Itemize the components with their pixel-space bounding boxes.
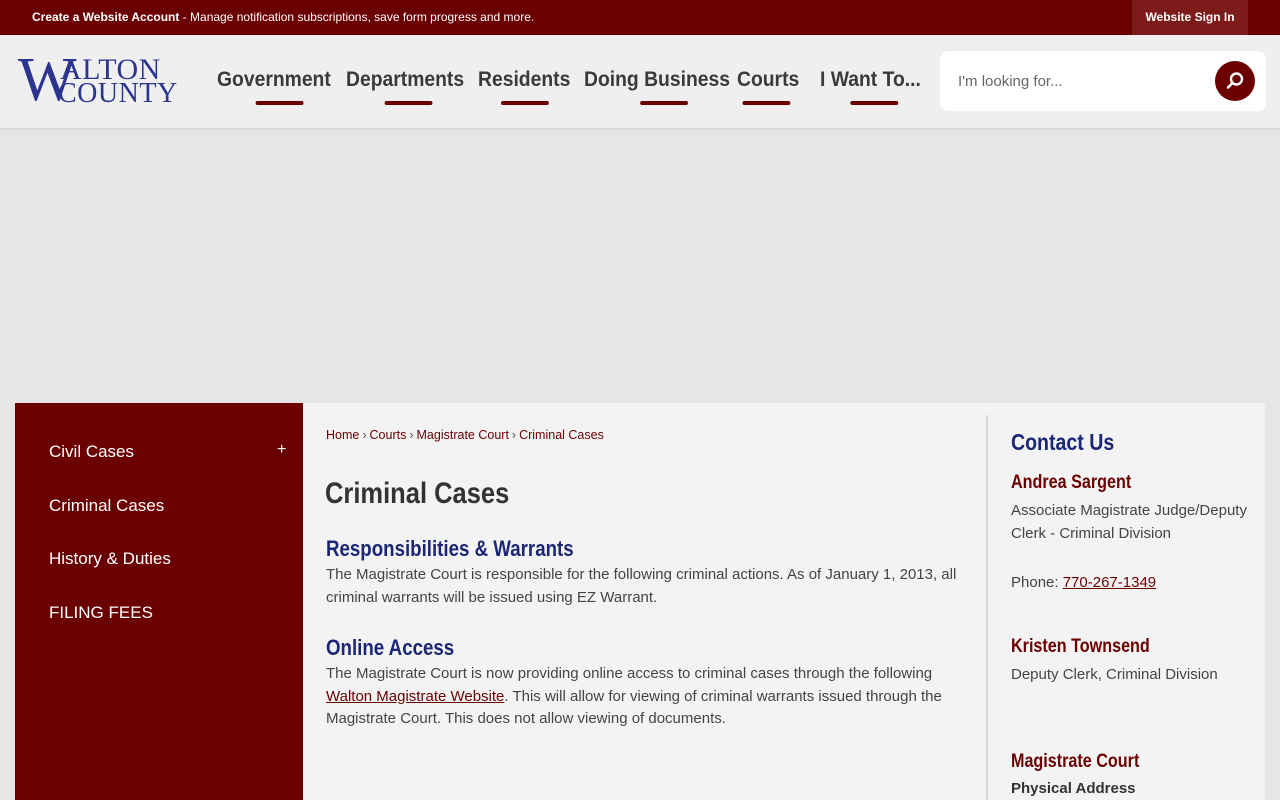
nav-departments[interactable]: Departments (346, 68, 465, 105)
contact-name-kristen-townsend: Kristen Townsend (1011, 636, 1150, 657)
sidebar-item-filing-fees[interactable]: FILING FEES (49, 603, 153, 623)
nav-underline (850, 101, 899, 105)
nav-residents[interactable]: Residents (478, 68, 571, 105)
logo-line-2: COUNTY (58, 78, 178, 109)
nav-doing-business[interactable]: Doing Business (584, 68, 731, 105)
nav-underline (255, 101, 304, 105)
breadcrumb-home[interactable]: Home (326, 428, 359, 442)
heading-responsibilities-warrants: Responsibilities & Warrants (326, 536, 574, 561)
contact-role-andrea-sargent: Associate Magistrate Judge/Deputy Clerk … (1011, 502, 1247, 542)
page-title: Criminal Cases (325, 477, 510, 510)
search-icon (1226, 72, 1244, 89)
site-header: W ALTON COUNTY Government Departments Re… (0, 35, 1280, 130)
breadcrumb-criminal-cases[interactable]: Criminal Cases (519, 428, 604, 442)
breadcrumb-separator: › (362, 428, 367, 442)
nav-departments-label: Departments (346, 68, 465, 91)
nav-courts[interactable]: Courts (737, 68, 800, 105)
nav-underline (640, 101, 689, 105)
nav-underline (384, 101, 433, 105)
contact-us-title: Contact Us (1011, 429, 1115, 455)
page-banner (0, 132, 1280, 403)
sidebar-item-civil-cases[interactable]: Civil Cases (49, 442, 134, 462)
phone-label: Phone: (1011, 574, 1063, 591)
search-button[interactable] (1215, 61, 1255, 101)
nav-courts-label: Courts (737, 68, 800, 91)
main-content: Home › Courts › Magistrate Court › Criminal Ca… (303, 403, 1265, 800)
account-message: Create a Website Account - Manage notifi… (32, 10, 534, 24)
breadcrumb-separator: › (511, 428, 517, 442)
breadcrumb-magistrate-court[interactable]: Magistrate Court (417, 428, 509, 442)
nav-underline (742, 101, 791, 105)
contact-role-kristen-townsend: Deputy Clerk, Criminal Division (1011, 666, 1218, 683)
expand-plus-icon[interactable]: + (277, 441, 286, 459)
sidebar-item-history-duties[interactable]: History & Duties (49, 549, 171, 569)
phone-link[interactable]: 770-267-1349 (1063, 574, 1156, 591)
heading-online-access: Online Access (326, 635, 455, 660)
walton-county-logo[interactable]: W ALTON COUNTY (18, 49, 188, 111)
breadcrumb-courts[interactable]: Courts (370, 428, 407, 442)
site-search (940, 51, 1266, 111)
create-account-link[interactable]: Create a Website Account (32, 10, 179, 24)
website-sign-in-button[interactable]: Website Sign In (1132, 0, 1248, 35)
office-name-magistrate-court: Magistrate Court (1011, 751, 1140, 772)
paragraph-online-access: The Magistrate Court is now providing on… (326, 663, 966, 731)
nav-residents-label: Residents (478, 68, 571, 91)
contact-name-andrea-sargent: Andrea Sargent (1011, 472, 1132, 493)
nav-i-want-to[interactable]: I Want To... (820, 68, 921, 105)
column-divider (986, 415, 988, 800)
nav-government[interactable]: Government (217, 68, 331, 105)
nav-i-want-to-label: I Want To... (820, 68, 921, 91)
breadcrumb-separator: › (409, 428, 414, 442)
nav-doing-business-label: Doing Business (584, 68, 731, 91)
nav-underline (501, 101, 550, 105)
physical-address-label: Physical Address (1011, 780, 1136, 797)
online-access-text-1: The Magistrate Court is now providing on… (326, 665, 933, 682)
search-input[interactable] (958, 69, 1198, 93)
sidebar-item-criminal-cases[interactable]: Criminal Cases (49, 496, 164, 516)
nav-government-label: Government (217, 68, 331, 91)
walton-magistrate-website-link[interactable]: Walton Magistrate Website (326, 688, 504, 705)
breadcrumb: Home › Courts › Magistrate Court › Criminal Ca… (326, 428, 604, 442)
section-sidebar: Civil Cases + Criminal Cases History & D… (15, 403, 303, 800)
paragraph-responsibilities: The Magistrate Court is responsible for … (326, 566, 957, 606)
account-description: - Manage notification subscriptions, sav… (179, 10, 535, 24)
account-bar: Create a Website Account - Manage notifi… (0, 0, 1280, 35)
contact-phone-line: Phone: 770-267-1349 (1011, 571, 1256, 594)
